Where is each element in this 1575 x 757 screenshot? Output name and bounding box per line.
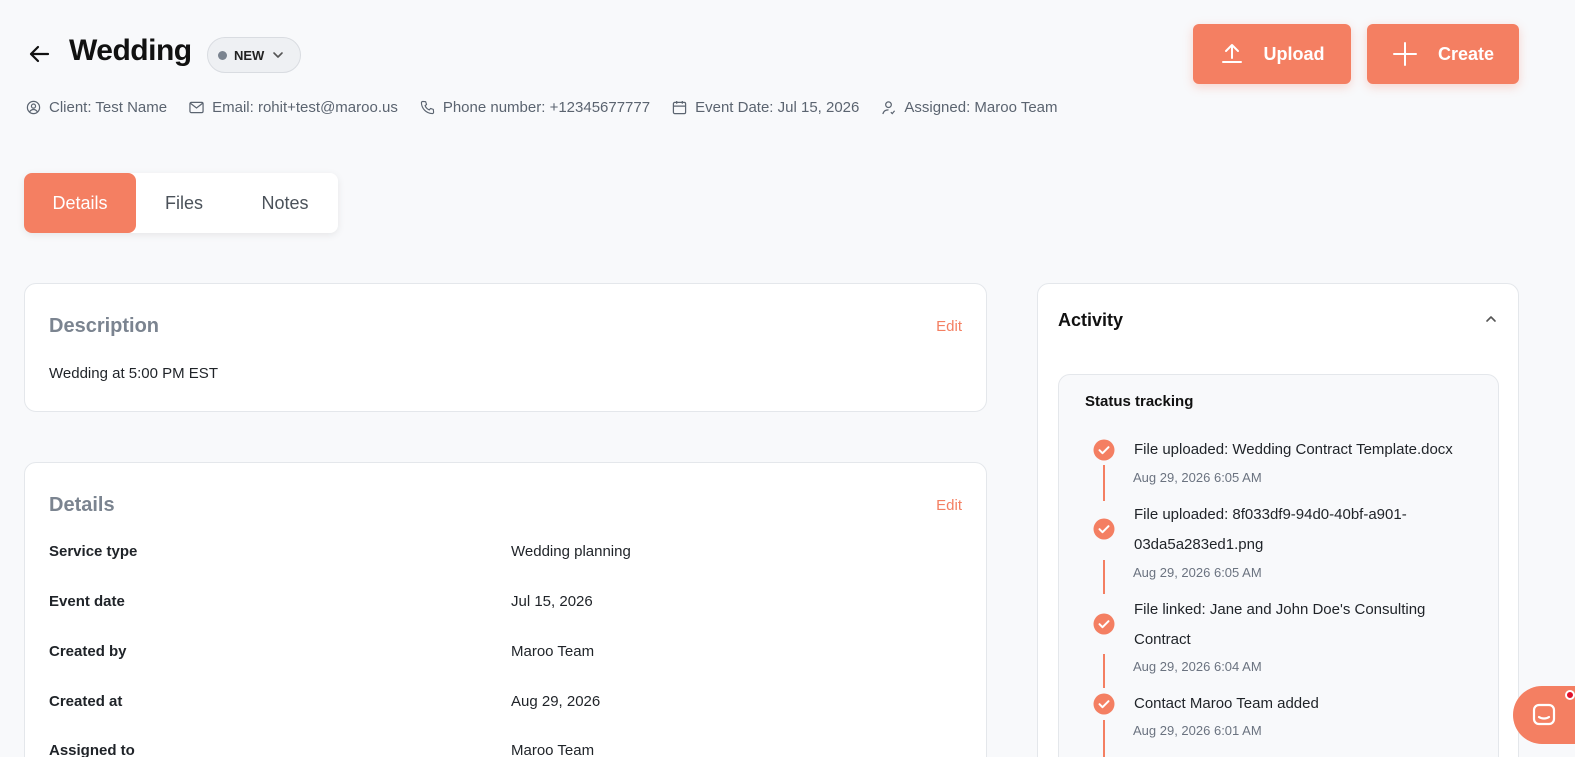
detail-label: Created at bbox=[49, 693, 123, 710]
activity-item-time: Aug 29, 2026 6:05 AM bbox=[1133, 565, 1262, 580]
meta-event-date: Event Date: Jul 15, 2026 bbox=[672, 99, 859, 116]
status-tracking-panel: Status tracking File uploaded: Wedding C… bbox=[1058, 374, 1499, 757]
meta-email: Email: rohit+test@maroo.us bbox=[189, 99, 398, 116]
user-assign-icon bbox=[881, 100, 896, 115]
detail-value: Maroo Team bbox=[511, 643, 595, 660]
meta-bar: Client: Test Name Email: rohit+test@maro… bbox=[26, 99, 1080, 116]
upload-button[interactable]: Upload bbox=[1193, 24, 1351, 84]
detail-label: Service type bbox=[49, 543, 138, 560]
activity-item-time: Aug 29, 2026 6:04 AM bbox=[1133, 659, 1262, 674]
page-title: Wedding bbox=[69, 34, 192, 67]
activity-heading: Activity bbox=[1058, 310, 1124, 330]
detail-row: Created by Maroo Team bbox=[49, 643, 959, 660]
detail-value: Aug 29, 2026 bbox=[511, 693, 601, 710]
tab-files[interactable]: Files bbox=[136, 173, 232, 233]
phone-icon bbox=[420, 100, 435, 115]
timeline-connector bbox=[1103, 720, 1105, 757]
chat-icon bbox=[1530, 701, 1558, 729]
meta-phone-text: Phone number: +12345677777 bbox=[442, 99, 651, 116]
description-text: Wedding at 5:00 PM EST bbox=[49, 365, 218, 382]
activity-item-time: Aug 29, 2026 6:05 AM bbox=[1133, 470, 1262, 485]
meta-email-text: Email: rohit+test@maroo.us bbox=[212, 99, 398, 116]
detail-value: Maroo Team bbox=[511, 742, 595, 757]
upload-icon bbox=[1220, 42, 1244, 66]
check-circle-icon bbox=[1093, 613, 1115, 635]
plus-icon bbox=[1392, 41, 1418, 67]
meta-client-text: Client: Test Name bbox=[49, 99, 168, 116]
check-circle-icon bbox=[1093, 439, 1115, 461]
detail-label: Created by bbox=[49, 643, 127, 660]
upload-label: Upload bbox=[1263, 43, 1325, 64]
back-arrow-icon[interactable] bbox=[26, 42, 54, 66]
activity-item-text: File linked: Jane and John Doe's Consult… bbox=[1134, 601, 1426, 648]
detail-row: Assigned to Maroo Team bbox=[49, 742, 959, 757]
timeline-connector bbox=[1103, 560, 1105, 594]
tab-bar: Details Files Notes bbox=[24, 173, 338, 233]
meta-assigned: Assigned: Maroo Team bbox=[881, 99, 1058, 116]
detail-label: Event date bbox=[49, 593, 125, 610]
status-dropdown[interactable]: NEW bbox=[207, 37, 301, 73]
notification-badge bbox=[1565, 690, 1575, 700]
description-card: Description Edit Wedding at 5:00 PM EST bbox=[24, 283, 987, 412]
activity-item-text: File uploaded: Wedding Contract Template… bbox=[1134, 441, 1453, 458]
detail-label: Assigned to bbox=[49, 742, 135, 757]
meta-assigned-text: Assigned: Maroo Team bbox=[904, 99, 1058, 116]
meta-client: Client: Test Name bbox=[26, 99, 167, 116]
create-button[interactable]: Create bbox=[1367, 24, 1519, 84]
description-edit-button[interactable]: Edit bbox=[936, 318, 962, 335]
detail-row: Created at Aug 29, 2026 bbox=[49, 693, 959, 710]
calendar-icon bbox=[672, 100, 687, 115]
meta-phone: Phone number: +12345677777 bbox=[420, 99, 650, 116]
meta-event-date-text: Event Date: Jul 15, 2026 bbox=[695, 99, 860, 116]
details-card: Details Edit Service type Wedding planni… bbox=[24, 462, 987, 757]
timeline-connector bbox=[1103, 465, 1105, 501]
status-dot-icon bbox=[218, 50, 227, 60]
chevron-up-icon[interactable] bbox=[1484, 312, 1498, 326]
detail-value: Jul 15, 2026 bbox=[511, 593, 593, 610]
activity-item-text: Contact Maroo Team added bbox=[1134, 695, 1319, 712]
check-circle-icon bbox=[1093, 518, 1115, 540]
tab-notes[interactable]: Notes bbox=[232, 173, 338, 233]
detail-row: Event date Jul 15, 2026 bbox=[49, 593, 959, 610]
detail-row: Service type Wedding planning bbox=[49, 543, 959, 560]
mail-icon bbox=[189, 101, 204, 114]
details-edit-button[interactable]: Edit bbox=[936, 497, 962, 514]
description-heading: Description bbox=[49, 315, 160, 337]
user-circle-icon bbox=[26, 100, 41, 115]
status-tracking-heading: Status tracking bbox=[1085, 393, 1194, 410]
activity-card: Activity Status tracking File uploaded: … bbox=[1037, 283, 1519, 757]
chat-launcher-button[interactable] bbox=[1513, 686, 1575, 744]
check-circle-icon bbox=[1093, 693, 1115, 715]
create-label: Create bbox=[1437, 43, 1495, 64]
status-label: NEW bbox=[234, 47, 265, 63]
activity-item-time: Aug 29, 2026 6:01 AM bbox=[1133, 723, 1262, 738]
detail-value: Wedding planning bbox=[511, 543, 631, 560]
timeline-connector bbox=[1103, 654, 1105, 688]
details-heading: Details bbox=[49, 494, 115, 516]
chevron-down-icon bbox=[271, 48, 285, 62]
activity-item-text: File uploaded: 8f033df9-94d0-40bf-a901-0… bbox=[1134, 506, 1407, 553]
tab-details[interactable]: Details bbox=[24, 173, 136, 233]
